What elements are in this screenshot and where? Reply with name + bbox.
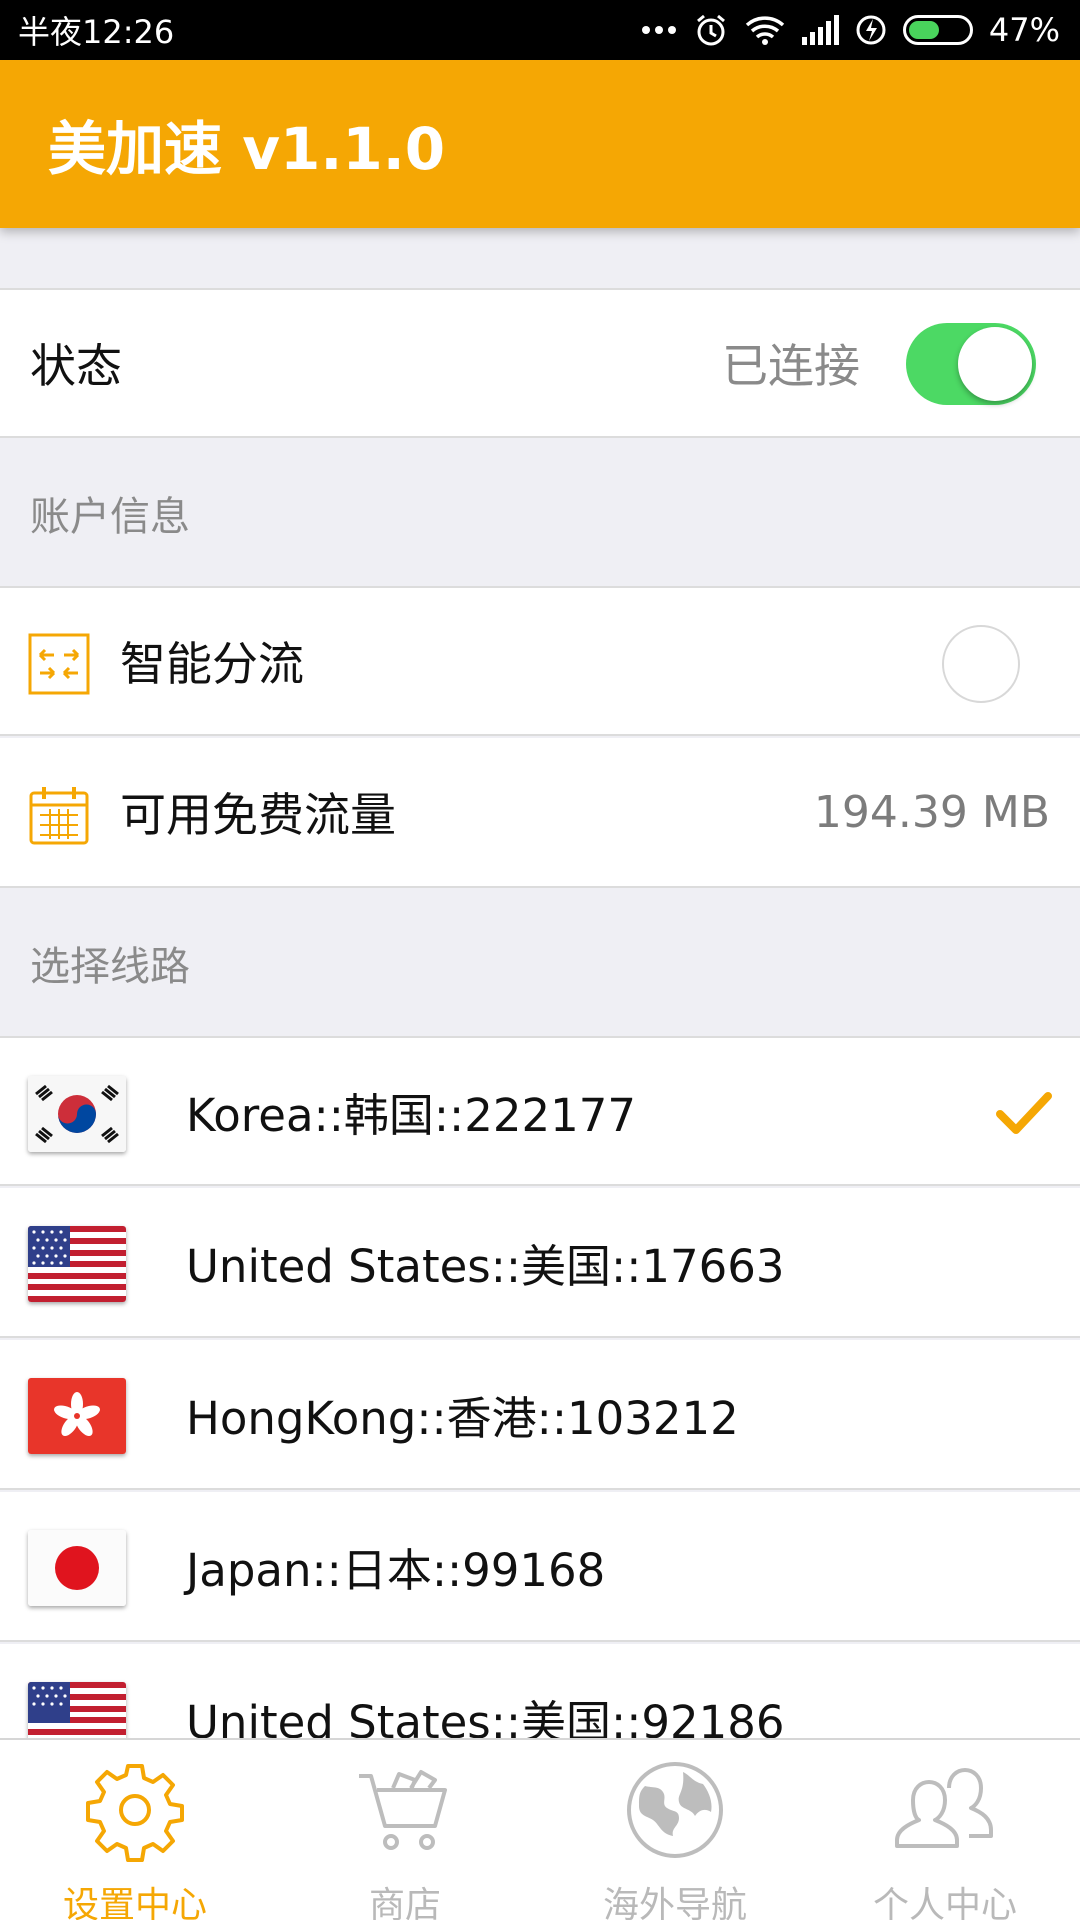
smart-routing-label: 智能分流 bbox=[120, 637, 304, 691]
app-title: 美加速 v1.1.0 bbox=[48, 115, 446, 183]
server-row-hongkong[interactable]: HongKong::香港::103212 bbox=[0, 1340, 1080, 1490]
calendar-icon bbox=[29, 787, 89, 845]
globe-icon bbox=[627, 1762, 723, 1858]
korea-flag-icon bbox=[28, 1076, 126, 1152]
nav-profile[interactable]: 个人中心 bbox=[810, 1740, 1080, 1920]
nav-overseas[interactable]: 海外导航 bbox=[540, 1740, 810, 1920]
charging-icon bbox=[855, 14, 887, 46]
server-row-korea[interactable]: Korea::韩国::222177 bbox=[0, 1036, 1080, 1186]
connection-status-row: 状态 已连接 bbox=[0, 288, 1080, 438]
battery-icon bbox=[902, 15, 973, 45]
bottom-nav: 设置中心 商店 海外导航 个人中心 bbox=[0, 1738, 1080, 1920]
more-dots-icon bbox=[641, 25, 677, 35]
connection-toggle[interactable] bbox=[906, 323, 1036, 405]
gear-icon bbox=[86, 1764, 184, 1862]
wifi-icon bbox=[745, 14, 785, 46]
shopping-cart-icon bbox=[359, 1770, 447, 1850]
hongkong-flag-icon bbox=[28, 1378, 126, 1454]
users-icon bbox=[895, 1768, 993, 1848]
status-bar: 半夜12:26 47% bbox=[0, 0, 1080, 60]
japan-flag-icon bbox=[28, 1530, 126, 1606]
status-label: 状态 bbox=[30, 339, 122, 393]
server-name: Japan::日本::99168 bbox=[186, 1543, 606, 1597]
nav-settings[interactable]: 设置中心 bbox=[0, 1740, 270, 1920]
status-icons: 47% bbox=[641, 11, 1060, 49]
us-flag-icon bbox=[28, 1226, 126, 1302]
selected-check-icon bbox=[996, 1092, 1052, 1134]
nav-store[interactable]: 商店 bbox=[270, 1740, 540, 1920]
account-section-title: 账户信息 bbox=[30, 494, 190, 540]
battery-percent: 47% bbox=[988, 11, 1060, 49]
status-time: 半夜12:26 bbox=[18, 13, 175, 51]
nav-store-label: 商店 bbox=[368, 1885, 441, 1920]
free-traffic-row: 可用免费流量 194.39 MB bbox=[0, 738, 1080, 888]
toggle-knob bbox=[958, 327, 1032, 401]
alarm-icon bbox=[693, 12, 729, 48]
server-row-us-1[interactable]: United States::美国::17663 bbox=[0, 1188, 1080, 1338]
app-bar: 美加速 v1.1.0 bbox=[0, 60, 1080, 228]
account-section-header: 账户信息 bbox=[0, 440, 1080, 586]
route-section-header: 选择线路 bbox=[0, 890, 1080, 1036]
signal-icon bbox=[801, 15, 839, 45]
split-arrows-icon bbox=[28, 633, 90, 695]
free-traffic-label: 可用免费流量 bbox=[120, 788, 396, 842]
smart-routing-radio[interactable] bbox=[942, 625, 1020, 703]
status-value: 已连接 bbox=[722, 339, 860, 393]
nav-settings-label: 设置中心 bbox=[62, 1885, 207, 1920]
battery-level bbox=[908, 21, 939, 39]
nav-overseas-label: 海外导航 bbox=[602, 1885, 747, 1920]
free-traffic-value: 194.39 MB bbox=[813, 786, 1050, 838]
server-name: HongKong::香港::103212 bbox=[186, 1391, 739, 1445]
nav-profile-label: 个人中心 bbox=[872, 1885, 1017, 1920]
server-row-japan[interactable]: Japan::日本::99168 bbox=[0, 1492, 1080, 1642]
server-name: United States::美国::17663 bbox=[186, 1239, 785, 1293]
route-section-title: 选择线路 bbox=[30, 944, 190, 990]
smart-routing-row[interactable]: 智能分流 bbox=[0, 586, 1080, 736]
server-name: Korea::韩国::222177 bbox=[186, 1088, 637, 1142]
